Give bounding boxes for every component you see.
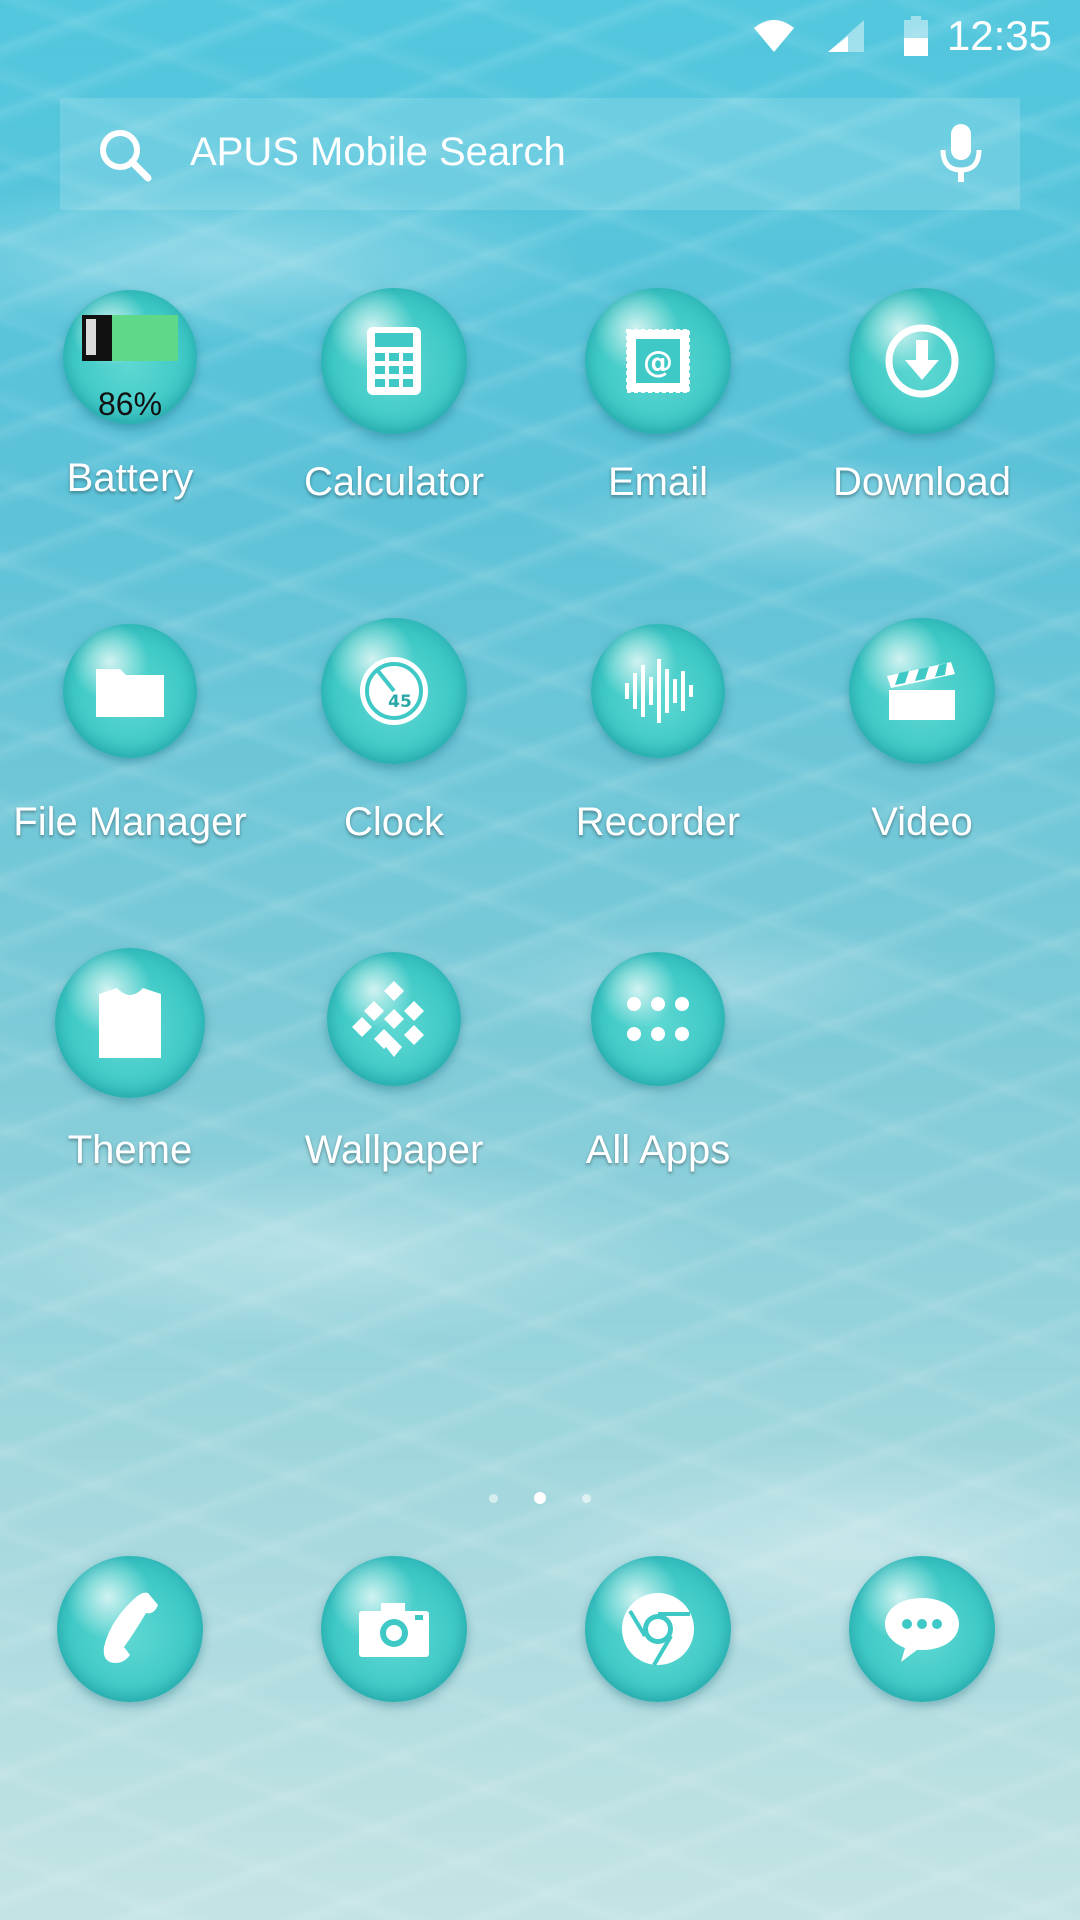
app-label: Theme xyxy=(67,1128,193,1172)
clapperboard-icon xyxy=(887,662,955,720)
app-download[interactable]: Download xyxy=(790,288,1054,505)
browser-icon xyxy=(622,1593,694,1667)
signal-icon xyxy=(828,20,864,52)
clock-value: 45 xyxy=(388,692,412,712)
battery-icon xyxy=(82,315,178,362)
diamond-pattern-icon xyxy=(352,981,424,1057)
app-theme[interactable]: Theme xyxy=(0,948,262,1173)
wifi-icon xyxy=(754,20,794,52)
app-file-manager[interactable]: File Manager xyxy=(0,624,262,845)
shirt-icon xyxy=(99,988,161,1058)
battery-bubble: 86% xyxy=(63,290,197,424)
search-bar[interactable]: APUS Mobile Search xyxy=(60,98,1020,210)
app-label: Wallpaper xyxy=(304,1128,484,1172)
grid-dots-icon xyxy=(627,997,689,1041)
search-icon[interactable] xyxy=(96,126,152,182)
app-label: Calculator xyxy=(303,460,485,504)
microphone-icon[interactable] xyxy=(938,122,984,184)
camera-icon xyxy=(359,1603,429,1657)
app-label: Battery xyxy=(66,456,194,500)
phone-bubble xyxy=(57,1556,203,1702)
messaging-icon xyxy=(885,1598,959,1662)
app-label: Download xyxy=(833,460,1011,504)
battery-icon xyxy=(904,16,928,56)
dock-messaging[interactable] xyxy=(790,1556,1054,1702)
phone-icon xyxy=(103,1592,158,1663)
app-battery[interactable]: 86% Battery xyxy=(0,290,262,501)
email-bubble: @ xyxy=(585,288,731,434)
camera-bubble xyxy=(321,1556,467,1702)
download-bubble xyxy=(849,288,995,434)
app-wallpaper[interactable]: Wallpaper xyxy=(262,952,526,1173)
sound-wave-icon xyxy=(625,659,693,723)
app-label: Recorder xyxy=(575,800,741,844)
app-recorder[interactable]: Recorder xyxy=(526,624,790,845)
email-icon: @ xyxy=(626,329,690,393)
dock-browser[interactable] xyxy=(526,1556,790,1702)
clock-icon: 45 xyxy=(360,657,428,725)
app-email[interactable]: @ Email xyxy=(526,288,790,505)
app-label: Email xyxy=(607,460,709,504)
app-label: All Apps xyxy=(585,1128,731,1172)
all-apps-bubble xyxy=(591,952,725,1086)
app-clock[interactable]: 45 Clock xyxy=(262,618,526,845)
video-bubble xyxy=(849,618,995,764)
page-indicator xyxy=(0,1490,1080,1508)
app-label: File Manager xyxy=(13,800,247,844)
page-dot[interactable] xyxy=(489,1494,498,1503)
status-time: 12:35 xyxy=(946,12,1052,59)
app-all-apps[interactable]: All Apps xyxy=(526,952,790,1173)
app-label: Clock xyxy=(343,800,445,844)
page-dot[interactable] xyxy=(582,1494,591,1503)
dock-phone[interactable] xyxy=(0,1556,262,1702)
file-manager-bubble xyxy=(63,624,197,758)
calculator-bubble xyxy=(321,288,467,434)
clock-bubble: 45 xyxy=(321,618,467,764)
wallpaper-bubble xyxy=(327,952,461,1086)
folder-icon xyxy=(96,669,164,717)
browser-bubble xyxy=(585,1556,731,1702)
app-video[interactable]: Video xyxy=(790,618,1054,845)
theme-bubble xyxy=(55,948,205,1098)
svg-text:@: @ xyxy=(643,345,673,380)
app-calculator[interactable]: Calculator xyxy=(262,288,526,505)
download-icon xyxy=(885,324,959,398)
search-input[interactable]: APUS Mobile Search xyxy=(190,130,566,175)
battery-percent: 86% xyxy=(97,386,163,422)
page-dot-active[interactable] xyxy=(534,1492,546,1504)
messaging-bubble xyxy=(849,1556,995,1702)
recorder-bubble xyxy=(591,624,725,758)
status-bar: 12:35 xyxy=(0,0,1080,72)
dock-camera[interactable] xyxy=(262,1556,526,1702)
app-label: Video xyxy=(871,800,973,844)
calculator-icon xyxy=(367,327,421,395)
